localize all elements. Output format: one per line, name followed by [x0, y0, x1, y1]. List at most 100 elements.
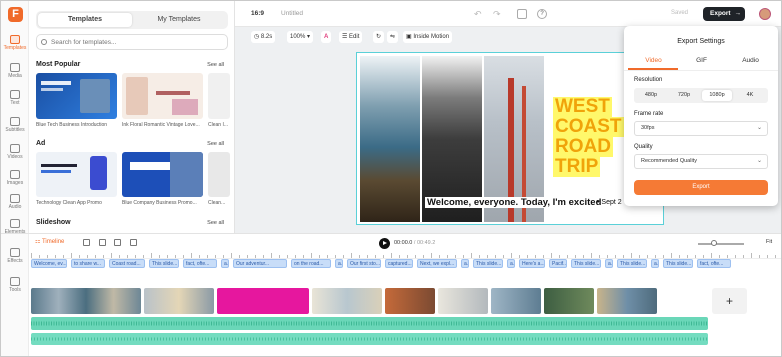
- rail-item-audio[interactable]: Audio: [1, 194, 29, 210]
- zoom-slider[interactable]: [698, 243, 744, 245]
- redo-icon[interactable]: ↷: [493, 9, 503, 19]
- video-clip[interactable]: [385, 288, 435, 314]
- tab-audio[interactable]: Audio: [725, 57, 776, 64]
- subtitle-chip[interactable]: Coast road...: [109, 259, 145, 268]
- video-stage[interactable]: WEST COAST ROAD TRIP Welcome, everyone. …: [356, 52, 664, 225]
- see-all-ad[interactable]: See all: [207, 141, 224, 147]
- subtitle-chip[interactable]: a...: [335, 259, 343, 268]
- video-clip[interactable]: [312, 288, 382, 314]
- subtitle-chip[interactable]: Next, we expl...: [417, 259, 457, 268]
- video-clip[interactable]: [438, 288, 488, 314]
- text-style-icon[interactable]: A: [321, 31, 332, 43]
- duplicate-icon[interactable]: [114, 239, 121, 246]
- split-icon[interactable]: [99, 239, 106, 246]
- rail-item-subtitles[interactable]: Subtitles: [1, 117, 29, 133]
- audio-track-2[interactable]: [31, 333, 708, 345]
- video-clip[interactable]: [144, 288, 214, 314]
- subtitle-chip[interactable]: a...: [461, 259, 469, 268]
- video-clip[interactable]: [31, 288, 141, 314]
- subtitle-chip[interactable]: This slide...: [663, 259, 693, 268]
- subtitle-chip[interactable]: Our adventur...: [233, 259, 287, 268]
- subtitle-chip[interactable]: This slide...: [617, 259, 647, 268]
- stage-subtitle[interactable]: Welcome, everyone. Today, I'm excited: [425, 197, 604, 208]
- video-clip[interactable]: [217, 288, 309, 314]
- video-clip[interactable]: [597, 288, 657, 314]
- subtitle-chip[interactable]: a...: [507, 259, 515, 268]
- subtitle-chip[interactable]: captured...: [385, 259, 413, 268]
- timeline-tab[interactable]: ⚏ Timeline: [35, 238, 64, 245]
- ruler-tick: [151, 253, 152, 258]
- frame-rate-select[interactable]: 30fps ⌄: [634, 121, 768, 136]
- export-confirm-button[interactable]: Export: [634, 180, 768, 195]
- subtitle-chip[interactable]: This slide...: [473, 259, 503, 268]
- template-thumb-tech-app[interactable]: [36, 152, 117, 197]
- template-thumb-clean[interactable]: [208, 73, 230, 119]
- subtitle-chip[interactable]: a...: [221, 259, 229, 268]
- undo-icon[interactable]: ↶: [474, 9, 484, 19]
- add-track-icon[interactable]: [83, 239, 90, 246]
- rail-item-effects[interactable]: Effects: [1, 248, 29, 264]
- zoom-slider-handle[interactable]: [711, 240, 717, 246]
- see-all-most-popular[interactable]: See all: [207, 62, 224, 68]
- ruler-tick: [503, 255, 504, 258]
- export-button[interactable]: Export →: [703, 7, 745, 21]
- resolution-720p[interactable]: 720p: [669, 90, 699, 101]
- ruler-tick: [711, 253, 712, 258]
- search-input[interactable]: [51, 37, 221, 48]
- tab-templates[interactable]: Templates: [38, 13, 132, 27]
- template-thumb-ink-floral[interactable]: [122, 73, 203, 119]
- ruler-tick: [375, 255, 376, 258]
- duration-button[interactable]: ◷ 8.2s: [251, 31, 276, 43]
- subtitle-chip[interactable]: Our first sto...: [347, 259, 381, 268]
- subtitle-chip[interactable]: Pacif...: [549, 259, 567, 268]
- delete-icon[interactable]: [130, 239, 137, 246]
- subtitle-chip[interactable]: a...: [605, 259, 613, 268]
- template-thumb-clean-ad[interactable]: [208, 152, 230, 197]
- subtitle-chip[interactable]: This slide...: [571, 259, 601, 268]
- flip-icon[interactable]: ⇋: [387, 31, 399, 43]
- aspect-ratio-select[interactable]: 16:9: [251, 10, 264, 17]
- edit-button[interactable]: ☰ Edit: [339, 31, 363, 43]
- ruler-tick: [207, 255, 208, 258]
- stage-headline[interactable]: WEST COAST ROAD TRIP: [553, 97, 624, 177]
- resolution-4k[interactable]: 4K: [735, 90, 765, 101]
- rail-item-videos[interactable]: Videos: [1, 144, 29, 160]
- subtitle-chip[interactable]: fact, ofte...: [697, 259, 731, 268]
- subtitle-chip[interactable]: a...: [651, 259, 659, 268]
- motion-button[interactable]: ▣ Inside Motion: [403, 31, 453, 43]
- rail-item-tools[interactable]: Tools: [1, 277, 29, 293]
- add-clip-button[interactable]: +: [712, 288, 747, 314]
- video-clip[interactable]: [491, 288, 541, 314]
- see-all-slideshow[interactable]: See all: [207, 220, 224, 226]
- template-search[interactable]: [36, 34, 228, 50]
- resolution-480p[interactable]: 480p: [636, 90, 666, 101]
- play-button[interactable]: [379, 238, 390, 249]
- video-clip[interactable]: [544, 288, 594, 314]
- rail-item-text[interactable]: Text: [1, 90, 29, 106]
- subtitle-chip[interactable]: This slide...: [149, 259, 179, 268]
- resolution-1080p[interactable]: 1080p: [702, 90, 732, 101]
- subtitle-chip[interactable]: Welcome, ev...: [31, 259, 67, 268]
- template-thumb-blue-company[interactable]: [122, 152, 203, 197]
- subtitle-chip[interactable]: Here's a...: [519, 259, 545, 268]
- quality-select[interactable]: Recommended Quality ⌄: [634, 154, 768, 169]
- subtitle-chip[interactable]: fact, ofte...: [183, 259, 217, 268]
- tab-my-templates[interactable]: My Templates: [132, 13, 226, 27]
- rotate-icon[interactable]: ↻: [373, 31, 385, 43]
- subtitle-chip[interactable]: on the road...: [291, 259, 331, 268]
- rail-item-media[interactable]: Media: [1, 63, 29, 79]
- subtitle-chip[interactable]: to share w...: [71, 259, 105, 268]
- fit-button[interactable]: Fit: [766, 239, 772, 245]
- rail-item-images[interactable]: Images: [1, 170, 29, 186]
- rail-item-templates[interactable]: Templates: [1, 35, 29, 51]
- avatar[interactable]: [759, 8, 771, 20]
- help-icon[interactable]: ?: [537, 9, 547, 19]
- stage-date[interactable]: • Sept 2: [597, 199, 622, 206]
- tab-gif[interactable]: GIF: [676, 57, 727, 64]
- tab-video[interactable]: Video: [628, 57, 679, 64]
- zoom-select[interactable]: 100% ▾: [287, 31, 314, 43]
- template-thumb-blue-tech[interactable]: [36, 73, 117, 119]
- project-title[interactable]: Untitled: [281, 10, 303, 17]
- audio-track-1[interactable]: [31, 317, 708, 330]
- screenshot-icon[interactable]: [517, 9, 527, 19]
